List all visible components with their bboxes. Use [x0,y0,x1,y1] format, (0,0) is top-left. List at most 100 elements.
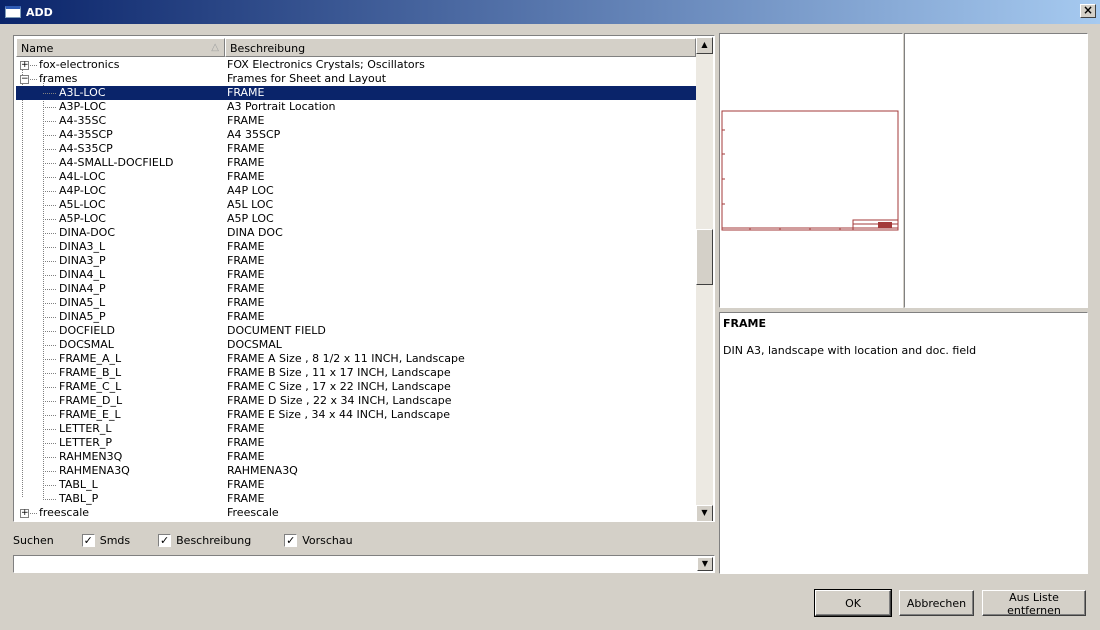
description-option[interactable]: ✓ Beschreibung [158,533,251,547]
tree-row[interactable]: A4P-LOC A4P LOC [16,184,696,198]
column-header-description-label: Beschreibung [230,42,306,55]
tree-row-label: FRAME_B_L [59,366,122,379]
tree-row-label: FRAME_C_L [59,380,122,393]
tree-row[interactable]: A4L-LOC FRAME [16,170,696,184]
tree-row[interactable]: DINA3_L FRAME [16,240,696,254]
tree-row-label: A4L-LOC [59,170,106,183]
arrow-down-icon: ▼ [701,508,708,517]
tree-row-name: LETTER_L [16,422,225,436]
expand-icon[interactable]: + [20,509,29,518]
tree-row[interactable]: DINA4_L FRAME [16,268,696,282]
tree-row-name: A4-35SC [16,114,225,128]
preview-option[interactable]: ✓ Vorschau [284,533,353,547]
tree-row[interactable]: DINA3_P FRAME [16,254,696,268]
tree-connector [30,79,37,80]
tree-row-description: FRAME [227,114,265,127]
column-header-name[interactable]: Name △ [16,38,225,57]
tree-row[interactable]: DOCSMAL DOCSMAL [16,338,696,352]
close-button[interactable]: × [1080,4,1096,18]
tree-row[interactable]: A4-SMALL-DOCFIELD FRAME [16,156,696,170]
tree-row-name: FRAME_D_L [16,394,225,408]
tree-row[interactable]: DINA5_L FRAME [16,296,696,310]
search-combobox[interactable]: ▼ [13,555,715,573]
tree-row-description: FRAME [227,156,265,169]
tree-row-description: Freescale [227,506,279,519]
tree-row-label: A5P-LOC [59,212,106,225]
tree-connector [43,429,56,430]
tree-row-name: RAHMENA3Q [16,464,225,478]
tree-row-description: FRAME [227,86,265,99]
tree-row[interactable]: RAHMENA3Q RAHMENA3Q [16,464,696,478]
tree-row-description: RAHMENA3Q [227,464,298,477]
tree-row[interactable]: RAHMEN3Q FRAME [16,450,696,464]
title-bar: ADD × [0,0,1100,24]
check-icon: ✓ [83,533,93,547]
scroll-up-button[interactable]: ▲ [696,37,713,54]
tree-row[interactable]: LETTER_P FRAME [16,436,696,450]
library-tree[interactable]: Name △ Beschreibung + fox-electronics FOX … [13,35,715,522]
tree-row-description: DINA DOC [227,226,283,239]
tree-row-label: freescale [39,506,90,519]
column-header-description[interactable]: Beschreibung [225,38,696,57]
tree-scrollbar[interactable]: ▲ ▼ [696,37,713,521]
tree-row-label: DINA3_P [59,254,106,267]
tree-row-name: + fox-electronics [16,58,225,72]
tree-row-description: FRAME [227,282,265,295]
check-icon: ✓ [160,533,170,547]
description-checkbox[interactable]: ✓ [158,533,172,547]
tree-row[interactable]: + freescale Freescale [16,506,696,520]
tree-row[interactable]: FRAME_E_L FRAME E Size , 34 x 44 INCH, La… [16,408,696,422]
smds-checkbox[interactable]: ✓ [81,533,95,547]
tree-row-label: FRAME_D_L [59,394,123,407]
tree-row[interactable]: − frames Frames for Sheet and Layout [16,72,696,86]
tree-row[interactable]: DINA5_P FRAME [16,310,696,324]
search-dropdown-button[interactable]: ▼ [697,557,713,571]
tree-row[interactable]: A5L-LOC A5L LOC [16,198,696,212]
tree-row[interactable]: A4-35SCP A4 35SCP [16,128,696,142]
tree-connector [30,513,37,514]
tree-row[interactable]: FRAME_C_L FRAME C Size , 17 x 22 INCH, La… [16,380,696,394]
tree-row-description: FRAME D Size , 22 x 34 INCH, Landscape [227,394,452,407]
tree-row[interactable]: FRAME_B_L FRAME B Size , 11 x 17 INCH, La… [16,366,696,380]
tree-row-description: FRAME [227,142,265,155]
expand-icon[interactable]: + [20,61,29,70]
tree-connector [43,247,56,248]
tree-row[interactable]: A4-35SC FRAME [16,114,696,128]
tree-row-name: A4-SMALL-DOCFIELD [16,156,225,170]
tree-row-label: A4-S35CP [59,142,113,155]
collapse-icon[interactable]: − [20,75,29,84]
preview-option-label: Vorschau [302,533,353,547]
scroll-down-button[interactable]: ▼ [696,505,713,521]
tree-row[interactable]: A4-S35CP FRAME [16,142,696,156]
tree-connector [43,93,56,94]
tree-row-description: DOCUMENT FIELD [227,324,326,337]
tree-row[interactable]: DOCFIELD DOCUMENT FIELD [16,324,696,338]
search-input[interactable] [15,557,695,571]
tree-row[interactable]: A5P-LOC A5P LOC [16,212,696,226]
tree-row-description: FRAME [227,310,265,323]
tree-row[interactable]: A3P-LOC A3 Portrait Location [16,100,696,114]
frame-outline [721,110,899,231]
tree-row-description: FRAME B Size , 11 x 17 INCH, Landscape [227,366,451,379]
tree-row-label: A3L-LOC [59,86,106,99]
tree-row[interactable]: TABL_L FRAME [16,478,696,492]
ok-button[interactable]: OK [814,589,892,617]
tree-row[interactable]: + fox-electronics FOX Electronics Crystals… [16,58,696,72]
tree-connector [43,317,56,318]
cancel-button[interactable]: Abbrechen [899,590,974,616]
preview-checkbox[interactable]: ✓ [284,533,298,547]
smds-option[interactable]: ✓ Smds [81,533,130,547]
tree-row-label: DOCFIELD [59,324,115,337]
scroll-thumb[interactable] [696,229,713,285]
tree-row[interactable]: DINA4_P FRAME [16,282,696,296]
tree-connector [43,499,56,500]
tree-row[interactable]: DINA-DOC DINA DOC [16,226,696,240]
tree-row-name: DINA5_L [16,296,225,310]
tree-row[interactable]: TABL_P FRAME [16,492,696,506]
tree-row[interactable]: FRAME_D_L FRAME D Size , 22 x 34 INCH, La… [16,394,696,408]
tree-row[interactable]: FRAME_A_L FRAME A Size , 8 1/2 x 11 INCH,… [16,352,696,366]
tree-row-description: FRAME [227,170,265,183]
remove-from-list-button[interactable]: Aus Liste entfernen [982,590,1086,617]
tree-row[interactable]: LETTER_L FRAME [16,422,696,436]
tree-row[interactable]: A3L-LOC FRAME [16,86,696,100]
